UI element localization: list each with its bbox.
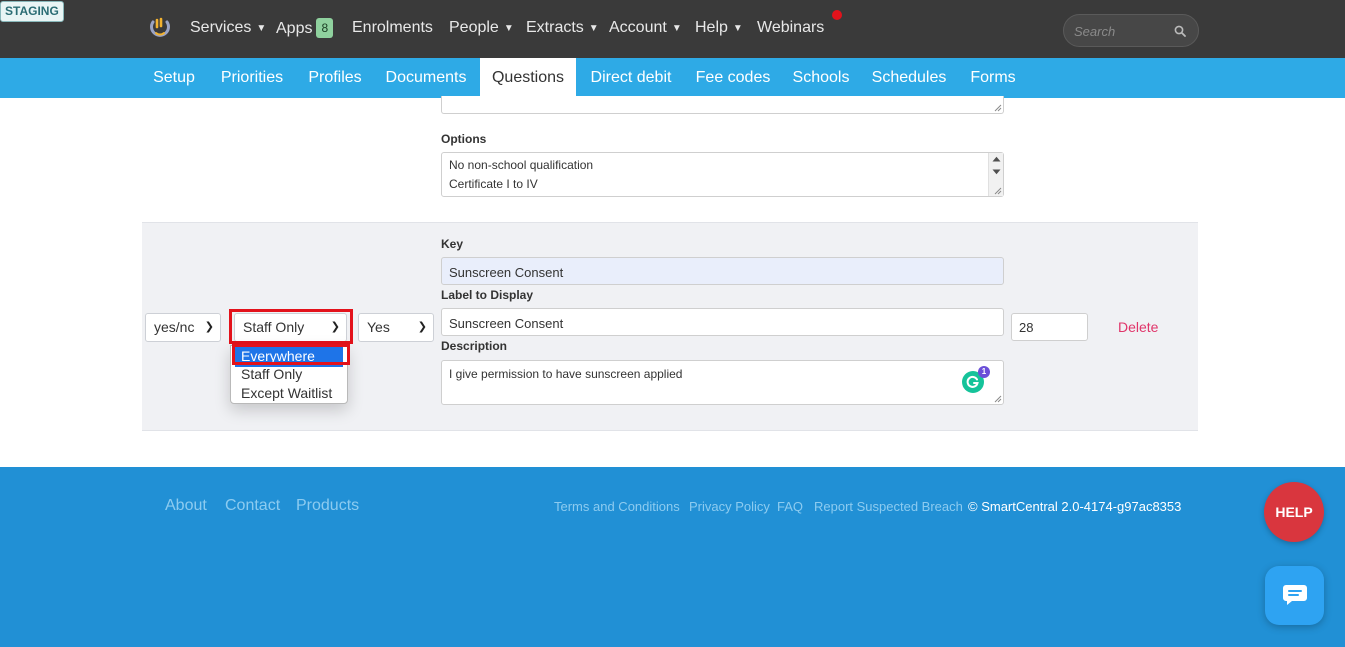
chat-button[interactable] <box>1265 566 1324 625</box>
label-to-display-input[interactable]: Sunscreen Consent <box>441 308 1004 336</box>
chevron-down-icon: ❯ <box>417 321 427 333</box>
resize-grip-icon[interactable] <box>993 394 1002 403</box>
highlight-box <box>229 309 353 344</box>
nav-webinars[interactable]: Webinars <box>757 18 824 38</box>
description-value: I give permission to have sunscreen appl… <box>449 367 683 381</box>
settings-subnav: Setup Priorities Profiles Documents Ques… <box>0 58 1345 98</box>
chevron-down-icon: ❯ <box>204 321 214 333</box>
app-logo-icon[interactable] <box>148 16 172 40</box>
chevron-down-icon: ▼ <box>588 23 599 34</box>
chevron-down-icon: ▼ <box>256 23 267 34</box>
nav-extracts-label: Extracts <box>526 19 584 36</box>
tab-profiles[interactable]: Profiles <box>300 58 370 98</box>
label-to-display-value: Sunscreen Consent <box>449 316 564 331</box>
resize-grip-icon[interactable] <box>993 103 1002 112</box>
footer-link-terms[interactable]: Terms and Conditions <box>554 499 680 514</box>
grammarly-count-badge: 1 <box>978 366 990 378</box>
tab-direct-debit[interactable]: Direct debit <box>582 58 680 98</box>
environment-badge: STAGING <box>0 1 64 22</box>
nav-enrolments-label: Enrolments <box>352 19 433 36</box>
search-icon[interactable] <box>1174 24 1186 37</box>
options-label: Options <box>441 132 487 146</box>
apps-count-badge: 8 <box>316 18 334 38</box>
chat-icon <box>1283 585 1307 605</box>
label-to-display-label: Label to Display <box>441 288 534 302</box>
dropdown-option-staff-only[interactable]: Staff Only <box>231 365 347 385</box>
nav-account-label: Account <box>609 19 667 36</box>
default-value: Yes <box>367 319 390 335</box>
search-box <box>1063 14 1199 47</box>
description-textarea[interactable]: I give permission to have sunscreen appl… <box>441 360 1004 405</box>
footer-link-about[interactable]: About <box>165 497 207 515</box>
tab-setup[interactable]: Setup <box>144 58 204 98</box>
chevron-down-icon: ▼ <box>503 23 514 34</box>
order-value: 28 <box>1019 320 1034 335</box>
description-textarea[interactable] <box>441 96 1004 114</box>
search-input[interactable] <box>1074 22 1169 40</box>
nav-enrolments[interactable]: Enrolments <box>352 18 433 38</box>
footer-link-products[interactable]: Products <box>296 497 359 515</box>
top-navbar: Services ▼ Apps 8 Enrolments People ▼ Extra… <box>0 0 1345 58</box>
options-textarea[interactable]: No non-school qualification Certificate … <box>441 152 1004 197</box>
tab-questions[interactable]: Questions <box>480 58 576 98</box>
nav-webinars-label: Webinars <box>757 19 825 36</box>
nav-help[interactable]: Help ▼ <box>695 18 743 39</box>
footer-link-report-breach[interactable]: Report Suspected Breach <box>814 499 963 514</box>
scroll-up-icon[interactable] <box>992 156 1001 162</box>
key-label: Key <box>441 237 464 251</box>
delete-link[interactable]: Delete <box>1118 319 1158 335</box>
tab-forms[interactable]: Forms <box>964 58 1022 98</box>
nav-help-label: Help <box>695 19 728 36</box>
key-input[interactable]: Sunscreen Consent <box>441 257 1004 285</box>
help-button[interactable]: HELP <box>1264 482 1324 542</box>
highlight-box <box>232 344 350 365</box>
option-line: No non-school qualification <box>449 158 594 172</box>
description-label: Description <box>441 339 508 353</box>
footer-link-contact[interactable]: Contact <box>225 497 280 515</box>
tab-priorities[interactable]: Priorities <box>212 58 292 98</box>
tab-schedules[interactable]: Schedules <box>866 58 952 98</box>
question-type-value: yes/nc <box>154 319 195 335</box>
default-value-select[interactable]: Yes ❯ <box>358 313 434 342</box>
chevron-down-icon: ▼ <box>732 23 743 34</box>
footer-link-privacy[interactable]: Privacy Policy <box>689 499 770 514</box>
scroll-down-icon[interactable] <box>992 169 1001 175</box>
footer: About Contact Products Terms and Conditi… <box>0 467 1345 647</box>
option-line: Certificate I to IV <box>449 177 538 191</box>
footer-link-faq[interactable]: FAQ <box>777 499 803 514</box>
key-value: Sunscreen Consent <box>449 265 564 280</box>
nav-services[interactable]: Services ▼ <box>190 18 266 39</box>
tab-fee-codes[interactable]: Fee codes <box>690 58 776 98</box>
dropdown-option-except-waitlist[interactable]: Except Waitlist <box>231 384 347 404</box>
nav-people[interactable]: People ▼ <box>449 18 514 39</box>
tab-schools[interactable]: Schools <box>786 58 856 98</box>
nav-people-label: People <box>449 19 499 36</box>
nav-extracts[interactable]: Extracts ▼ <box>526 18 599 39</box>
nav-apps[interactable]: Apps 8 <box>276 18 334 39</box>
copyright-text: © SmartCentral 2.0-4174-g97ac8353 <box>968 499 1182 514</box>
nav-services-label: Services <box>190 19 252 36</box>
chevron-down-icon: ▼ <box>671 23 682 34</box>
resize-grip-icon[interactable] <box>993 186 1002 195</box>
nav-account[interactable]: Account ▼ <box>609 18 682 39</box>
tab-documents[interactable]: Documents <box>378 58 474 98</box>
question-type-select[interactable]: yes/nc ❯ <box>145 313 221 342</box>
nav-apps-label: Apps <box>276 20 313 37</box>
notification-dot <box>832 10 842 20</box>
order-input[interactable]: 28 <box>1011 313 1088 341</box>
